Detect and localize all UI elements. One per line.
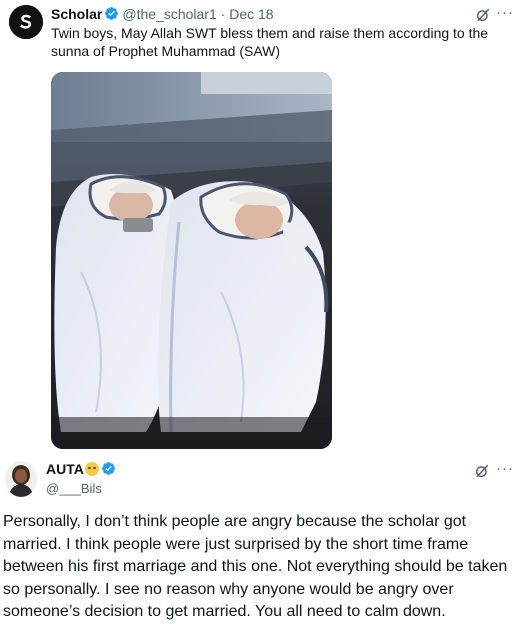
scholar-logo-icon [9, 5, 43, 39]
reply-tweet-text: Personally, I don’t think people are ang… [3, 513, 508, 621]
reply-more-options-button[interactable]: ··· [496, 460, 514, 477]
verified-badge-icon [105, 7, 119, 20]
twin-babies-photo [51, 72, 332, 449]
verified-badge-icon [101, 462, 115, 475]
person-avatar-icon [5, 461, 37, 497]
author-avatar[interactable] [9, 5, 43, 39]
grok-icon[interactable] [475, 7, 491, 23]
tweet-photo[interactable] [51, 72, 332, 449]
more-options-button[interactable]: ··· [496, 4, 514, 21]
author-handle[interactable]: @the_scholar1 [122, 6, 216, 22]
author-name[interactable]: Scholar [51, 6, 102, 22]
reply-author-name-text[interactable]: AUTA [46, 461, 84, 477]
grok-icon[interactable] [474, 463, 490, 479]
tweet-text: Twin boys, May Allah SWT bless them and … [51, 25, 489, 59]
quoted-tweet[interactable]: Scholar @the_scholar1 · Dec 18 ··· Twin b… [0, 0, 519, 452]
reply-author-handle[interactable]: @___Bils [46, 481, 102, 497]
post-date[interactable]: Dec 18 [229, 6, 273, 22]
reply-author-avatar[interactable] [5, 461, 37, 497]
reply-author-name[interactable]: AUTA [46, 461, 119, 478]
tweet-header: Scholar @the_scholar1 · Dec 18 [51, 6, 274, 23]
smiling-face-emoji-icon [84, 462, 99, 476]
